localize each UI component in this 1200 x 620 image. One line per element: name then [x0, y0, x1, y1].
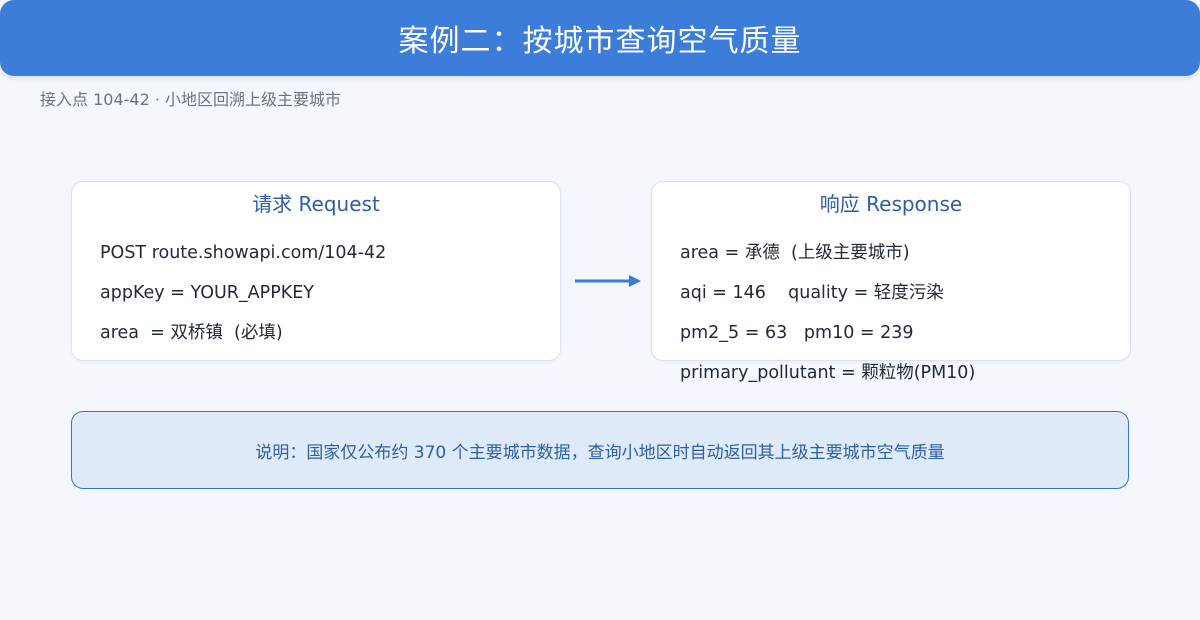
- response-primary-pollutant-field: primary_pollutant = 颗粒物(PM10): [680, 363, 976, 383]
- header-bar: 案例二：按城市查询空气质量: [0, 0, 1200, 76]
- request-appkey-param: appKey = YOUR_APPKEY: [100, 283, 314, 303]
- request-area-param: area = 双桥镇 (必填): [100, 323, 283, 343]
- explanation-note-text: 说明：国家仅公布约 370 个主要城市数据，查询小地区时自动返回其上级主要城市空…: [255, 442, 945, 463]
- request-panel-title: 请求 Request: [252, 192, 380, 216]
- page-title: 案例二：按城市查询空气质量: [398, 24, 802, 59]
- response-panel-title: 响应 Response: [819, 192, 963, 216]
- page-subtitle: 接入点 104-42 · 小地区回溯上级主要城市: [40, 90, 342, 109]
- response-pm-field: pm2_5 = 63 pm10 = 239: [680, 323, 914, 343]
- response-area-field: area = 承德 (上级主要城市): [680, 243, 910, 263]
- explanation-note: 说明：国家仅公布约 370 个主要城市数据，查询小地区时自动返回其上级主要城市空…: [71, 411, 1129, 489]
- request-to-response-arrow-icon: [575, 275, 641, 287]
- request-endpoint: POST route.showapi.com/104-42: [100, 243, 387, 263]
- response-aqi-quality-field: aqi = 146 quality = 轻度污染: [680, 283, 944, 303]
